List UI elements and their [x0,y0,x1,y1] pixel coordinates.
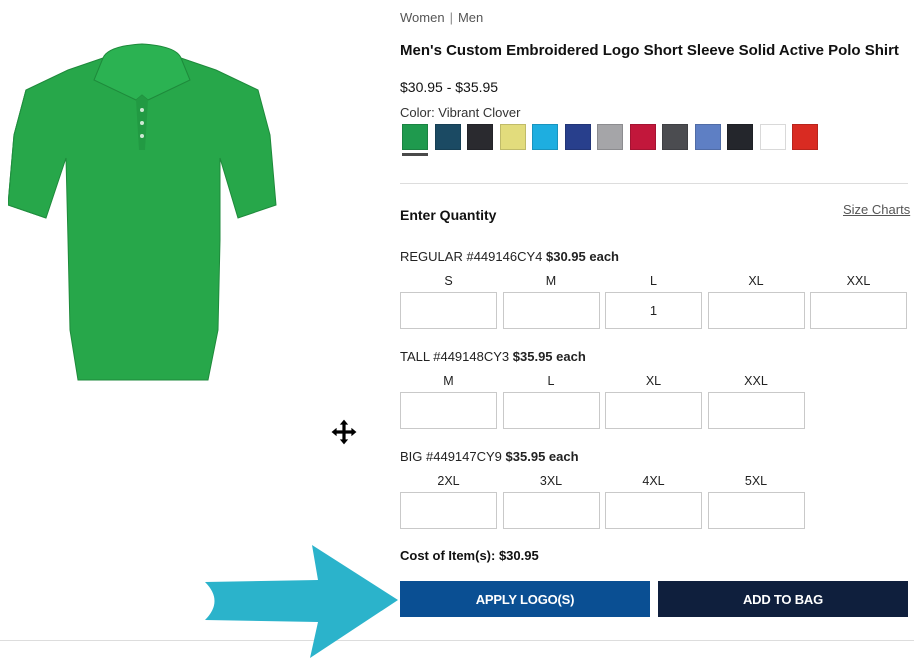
regular-size-row: S M L XL XXL [400,272,913,329]
add-to-bag-button[interactable]: ADD TO BAG [658,581,908,617]
size-label: M [443,374,454,388]
qty-input-tall-xl[interactable] [605,392,702,429]
size-label: XXL [846,274,871,288]
color-swatch[interactable] [467,124,493,150]
big-sku: BIG #449147CY9 [400,449,502,464]
breadcrumb-women[interactable]: Women [400,10,445,25]
color-swatch[interactable] [727,124,753,150]
size-charts-link[interactable]: Size Charts [843,202,910,217]
size-col: 2XL [400,472,497,529]
size-label: S [444,274,453,288]
size-col: S [400,272,497,329]
size-label: M [545,274,557,288]
size-label: 2XL [437,474,460,488]
product-title: Men's Custom Embroidered Logo Short Slee… [400,42,899,59]
regular-sku: REGULAR #449146CY4 [400,249,543,264]
big-price: $35.95 each [505,449,579,464]
size-label: XXL [744,374,768,388]
price-range: $30.95 - $35.95 [400,79,499,95]
breadcrumb: Women | Men [400,10,483,25]
color-swatch[interactable] [629,124,656,150]
size-col: 5XL [707,472,805,529]
qty-input-regular-s[interactable] [400,292,497,329]
qty-input-tall-m[interactable] [400,392,497,429]
tall-size-row: M L XL XXL [400,372,810,429]
color-swatch[interactable] [662,124,688,150]
size-col: L [605,272,702,329]
qty-input-tall-l[interactable] [502,392,600,429]
qty-input-big-4xl[interactable] [605,492,702,529]
tall-price: $35.95 each [512,349,586,364]
big-group-heading: BIG #449147CY9 $35.95 each [400,449,579,464]
size-label: L [547,374,555,388]
tall-group-heading: TALL #449148CY3 $35.95 each [400,349,586,364]
size-label: 3XL [539,474,563,488]
cost-of-items: Cost of Item(s): $30.95 [400,548,539,563]
qty-input-regular-m[interactable] [502,292,600,329]
size-col: M [400,372,497,429]
divider [400,183,908,184]
breadcrumb-separator: | [449,10,453,25]
size-label: XL [645,374,662,388]
color-swatch[interactable] [402,124,428,156]
color-swatches [402,124,825,156]
qty-input-regular-l[interactable] [605,292,702,329]
color-label: Color: Vibrant Clover [400,105,521,120]
size-col: 4XL [605,472,702,529]
color-swatch[interactable] [499,124,526,150]
color-swatch[interactable] [792,124,818,150]
color-swatch[interactable] [532,124,558,150]
product-image [8,43,277,381]
apply-logo-button[interactable]: APPLY LOGO(S) [400,581,650,617]
qty-input-regular-xl[interactable] [707,292,805,329]
color-swatch[interactable] [434,124,461,150]
size-label: 5XL [744,474,768,488]
annotation-arrow [205,545,398,658]
qty-input-big-5xl[interactable] [707,492,805,529]
big-size-row: 2XL 3XL 4XL 5XL [400,472,810,529]
size-col: 3XL [502,472,600,529]
size-col: XXL [707,372,805,429]
qty-input-big-2xl[interactable] [400,492,497,529]
size-col: L [502,372,600,429]
tall-sku: TALL #449148CY3 [400,349,510,364]
size-col: XL [605,372,702,429]
size-col: M [502,272,600,329]
size-col: XXL [810,272,907,329]
color-swatch[interactable] [694,124,721,150]
regular-group-heading: REGULAR #449146CY4 $30.95 each [400,249,619,264]
size-label: 4XL [642,474,665,488]
divider [0,640,914,641]
size-label: XL [748,274,764,288]
size-col: XL [707,272,805,329]
qty-input-big-3xl[interactable] [502,492,600,529]
regular-price: $30.95 each [545,249,619,264]
size-label: L [650,274,657,288]
qty-input-regular-xxl[interactable] [810,292,907,329]
color-swatch[interactable] [597,124,623,150]
move-cursor-icon [330,418,358,446]
breadcrumb-men[interactable]: Men [458,10,483,25]
color-swatch[interactable] [564,124,591,150]
color-swatch[interactable] [759,124,786,150]
enter-quantity-heading: Enter Quantity [400,207,497,223]
qty-input-tall-xxl[interactable] [707,392,805,429]
